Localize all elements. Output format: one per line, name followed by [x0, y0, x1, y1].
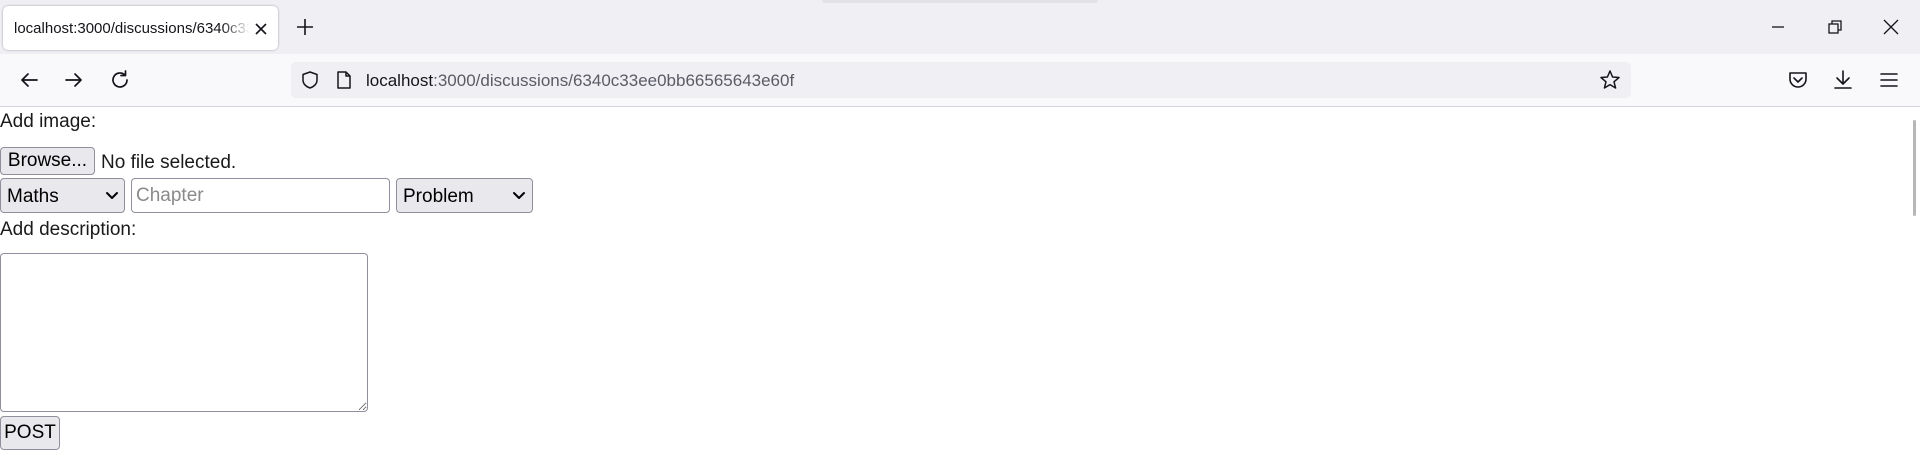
navigation-toolbar: localhost:3000/discussions/6340c33ee0bb6… — [0, 54, 1920, 107]
type-select-value: Problem — [403, 186, 474, 207]
restore-icon[interactable] — [1825, 17, 1845, 37]
tab-title: localhost:3000/discussions/6340c33ee0bb6… — [14, 20, 250, 37]
file-status-text: No file selected. — [101, 152, 237, 173]
tab-strip: localhost:3000/discussions/6340c33ee0bb6… — [0, 0, 1920, 54]
plus-icon[interactable] — [296, 18, 314, 36]
back-arrow-icon[interactable] — [17, 68, 41, 92]
url-text[interactable]: localhost:3000/discussions/6340c33ee0bb6… — [366, 71, 794, 91]
chevron-down-icon — [106, 192, 118, 199]
url-bar[interactable]: localhost:3000/discussions/6340c33ee0bb6… — [291, 62, 1631, 98]
tab-strip-drag-area — [822, 0, 1098, 3]
subject-select[interactable]: Maths — [0, 178, 125, 213]
chevron-down-icon — [513, 192, 525, 199]
page-scrollbar[interactable] — [1910, 107, 1920, 460]
add-image-label: Add image: — [0, 111, 97, 132]
browser-tab-active[interactable]: localhost:3000/discussions/6340c33ee0bb6… — [3, 6, 278, 50]
forward-arrow-icon[interactable] — [62, 68, 86, 92]
description-textarea[interactable] — [0, 253, 368, 412]
add-description-label: Add description: — [0, 219, 137, 240]
minimize-icon[interactable] — [1768, 17, 1788, 37]
menu-icon[interactable] — [1877, 68, 1901, 92]
scrollbar-thumb[interactable] — [1913, 120, 1916, 216]
download-icon[interactable] — [1831, 68, 1855, 92]
star-icon[interactable] — [1599, 69, 1621, 91]
window-close-icon[interactable] — [1881, 17, 1901, 37]
close-icon[interactable] — [253, 21, 269, 37]
url-path: :3000/discussions/6340c33ee0bb66565643e6… — [433, 71, 795, 90]
type-select[interactable]: Problem — [396, 178, 533, 213]
reload-icon[interactable] — [108, 68, 132, 92]
browse-button[interactable]: Browse... — [0, 147, 95, 175]
post-button[interactable]: POST — [0, 416, 60, 450]
subject-select-value: Maths — [7, 186, 59, 207]
pocket-icon[interactable] — [1786, 68, 1810, 92]
shield-icon[interactable] — [300, 70, 320, 90]
chapter-input[interactable] — [131, 178, 390, 213]
page-icon[interactable] — [334, 70, 354, 90]
page-content: Add image: Browse... No file selected. M… — [0, 107, 1910, 460]
url-host: localhost — [366, 71, 434, 90]
